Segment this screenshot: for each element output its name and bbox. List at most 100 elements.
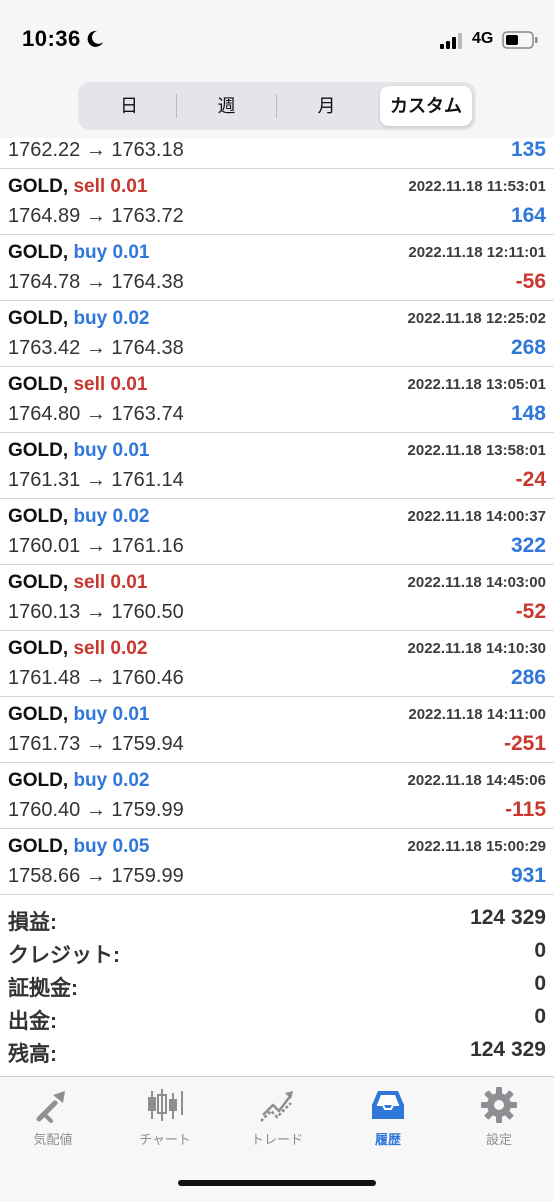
trade-symbol: GOLD, buy 0.01 [8,242,150,264]
trade-side: buy 0.01 [73,440,150,461]
trade-row[interactable]: GOLD, buy 0.01 2022.11.18 14:11:00 1761.73… [0,697,554,763]
price-range: 1760.40 → 1759.99 [8,799,184,821]
summary-label: 証拠金: [8,977,78,1000]
trade-symbol: GOLD, buy 0.01 [8,440,150,462]
segment-custom[interactable]: カスタム [380,86,472,126]
trade-datetime: 2022.11.18 12:25:02 [407,310,546,327]
profit-value: 164 [510,204,546,227]
trade-icon [260,1091,293,1122]
list-item[interactable]: 1762.22 → 1763.18 135 [0,138,554,169]
tab-chart[interactable]: チャート [110,1085,220,1151]
summary-row-balance: 残高: 124 329 [0,1036,554,1069]
trade-symbol: GOLD, buy 0.05 [8,836,150,858]
quotes-icon [36,1091,65,1123]
summary-label: 出金: [8,1010,57,1033]
trade-datetime: 2022.11.18 14:03:00 [407,574,546,591]
trade-datetime: 2022.11.18 12:11:01 [408,244,546,261]
tab-label: トレード [250,1132,303,1147]
trade-row[interactable]: GOLD, sell 0.02 2022.11.18 14:10:30 1761.4… [0,631,554,697]
summary-row-withdrawal: 出金: 0 [0,1003,554,1036]
price-range: 1761.48 → 1760.46 [8,667,184,689]
tab-label: チャート [139,1132,191,1147]
price-range: 1762.22 → 1763.18 [8,139,184,161]
trade-row[interactable]: GOLD, sell 0.01 2022.11.18 13:05:01 1764.8… [0,367,554,433]
settings-icon [481,1087,517,1123]
trade-symbol: GOLD, sell 0.01 [8,572,147,594]
profit-value: 268 [510,336,546,359]
home-indicator [178,1180,376,1186]
cellular-signal-icon [440,33,462,49]
summary-row-deposit: 証拠金: 0 [0,970,554,1003]
status-time: 10:36 [22,26,81,51]
trade-row[interactable]: GOLD, buy 0.01 2022.11.18 12:11:01 1764.78… [0,235,554,301]
symbol-text: GOLD, [8,308,69,329]
chart-icon [148,1089,183,1121]
trade-datetime: 2022.11.18 14:11:00 [408,706,546,723]
summary-value: 0 [534,1005,546,1028]
symbol-text: GOLD, [8,770,69,791]
summary-label: 損益: [8,911,57,934]
tab-quotes[interactable]: 気配値 [0,1085,108,1151]
trade-datetime: 2022.11.18 15:00:29 [407,838,546,855]
moon-icon [87,30,103,47]
segment-day[interactable]: 日 [82,86,176,126]
profit-value: -115 [505,798,546,821]
trade-symbol: GOLD, sell 0.01 [8,374,147,396]
trade-row[interactable]: GOLD, sell 0.01 2022.11.18 14:03:00 1760.1… [0,565,554,631]
trade-symbol: GOLD, buy 0.02 [8,506,150,528]
price-range: 1761.31 → 1761.14 [8,469,184,491]
trade-symbol: GOLD, sell 0.01 [8,176,147,198]
trade-row[interactable]: GOLD, buy 0.02 2022.11.18 12:25:02 1763.42… [0,301,554,367]
status-bar: 10:36 4G [0,0,554,80]
profit-value: 286 [510,666,546,689]
trade-row[interactable]: GOLD, buy 0.02 2022.11.18 14:45:06 1760.40… [0,763,554,829]
trade-row[interactable]: GOLD, buy 0.01 2022.11.18 13:58:01 1761.31… [0,433,554,499]
summary-label: クレジット: [8,944,120,967]
trade-datetime: 2022.11.18 13:05:01 [407,376,546,393]
trade-datetime: 2022.11.18 14:45:06 [407,772,546,789]
summary-value: 124 329 [470,906,546,929]
trade-side: buy 0.02 [73,770,150,791]
trade-side: sell 0.01 [73,374,148,395]
summary-row-profit: 損益: 124 329 [0,904,554,937]
battery-icon [502,31,538,49]
account-summary: 損益: 124 329 クレジット: 0 証拠金: 0 出金: 0 残高: 12… [0,904,554,1069]
trade-datetime: 2022.11.18 13:58:01 [407,442,546,459]
symbol-text: GOLD, [8,704,69,725]
tab-settings[interactable]: 設定 [444,1085,554,1151]
profit-value: -251 [503,732,546,755]
trade-datetime: 2022.11.18 11:53:01 [408,178,546,195]
segment-week[interactable]: 週 [177,86,276,126]
profit-value: -52 [515,600,546,623]
tab-label: 設定 [485,1132,512,1147]
trade-side: buy 0.02 [73,308,150,329]
price-range: 1764.80 → 1763.74 [8,403,184,425]
summary-label: 残高: [8,1043,57,1066]
trade-row[interactable]: GOLD, buy 0.05 2022.11.18 15:00:29 1758.66… [0,829,554,895]
trade-datetime: 2022.11.18 14:00:37 [407,508,546,525]
tab-history[interactable]: 履歴 [333,1085,443,1151]
profit-value: 931 [510,864,546,887]
symbol-text: GOLD, [8,242,69,263]
symbol-text: GOLD, [8,506,69,527]
price-range: 1758.66 → 1759.99 [8,865,184,887]
tab-trade[interactable]: トレード [222,1085,332,1151]
summary-value: 124 329 [470,1038,546,1061]
profit-value: 135 [510,138,546,161]
segment-month[interactable]: 月 [277,86,376,126]
trade-row[interactable]: GOLD, sell 0.01 2022.11.18 11:53:01 1764.8… [0,169,554,235]
symbol-text: GOLD, [8,638,69,659]
trade-side: sell 0.01 [73,572,148,593]
price-range: 1760.13 → 1760.50 [8,601,184,623]
price-range: 1764.78 → 1764.38 [8,271,184,293]
trade-side: sell 0.01 [73,176,148,197]
profit-value: -56 [515,270,546,293]
trade-row[interactable]: GOLD, buy 0.02 2022.11.18 14:00:37 1760.01… [0,499,554,565]
trade-side: buy 0.01 [73,704,150,725]
trade-side: buy 0.01 [73,242,150,263]
price-range: 1764.89 → 1763.72 [8,205,184,227]
trade-symbol: GOLD, buy 0.02 [8,308,150,330]
symbol-text: GOLD, [8,440,69,461]
history-icon [372,1091,404,1119]
symbol-text: GOLD, [8,572,69,593]
